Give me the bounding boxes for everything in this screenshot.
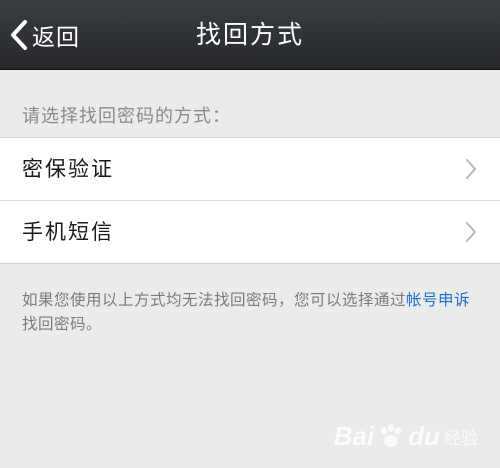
paw-icon	[381, 423, 402, 447]
navigation-bar: 返回 找回方式	[0, 0, 500, 70]
option-security-question[interactable]: 密保验证	[0, 138, 500, 200]
option-label: 手机短信	[22, 220, 114, 244]
section-hint: 请选择找回密码的方式：	[22, 106, 231, 127]
watermark-bai: Bai	[333, 421, 375, 451]
back-button[interactable]: 返回	[8, 14, 80, 56]
recovery-options-list: 密保验证 手机短信	[0, 137, 500, 264]
option-label: 密保验证	[22, 157, 114, 181]
chevron-right-icon	[466, 222, 476, 242]
footer-text-before: 如果您使用以上方式均无法找回密码，您可以选择通过	[22, 291, 407, 309]
watermark-jingyan: 经验	[444, 429, 478, 448]
chevron-right-icon	[466, 159, 476, 179]
footer-text-after: 找回密码。	[22, 315, 103, 333]
account-appeal-link[interactable]: 帐号申诉	[406, 291, 470, 309]
footer-note: 如果您使用以上方式均无法找回密码，您可以选择通过帐号申诉找回密码。	[22, 288, 478, 336]
option-sms[interactable]: 手机短信	[0, 200, 500, 263]
baidu-jingyan-watermark: Bai du 经验	[334, 421, 478, 452]
back-label: 返回	[32, 25, 80, 51]
watermark-du: du	[408, 421, 440, 451]
chevron-left-icon	[11, 20, 27, 50]
